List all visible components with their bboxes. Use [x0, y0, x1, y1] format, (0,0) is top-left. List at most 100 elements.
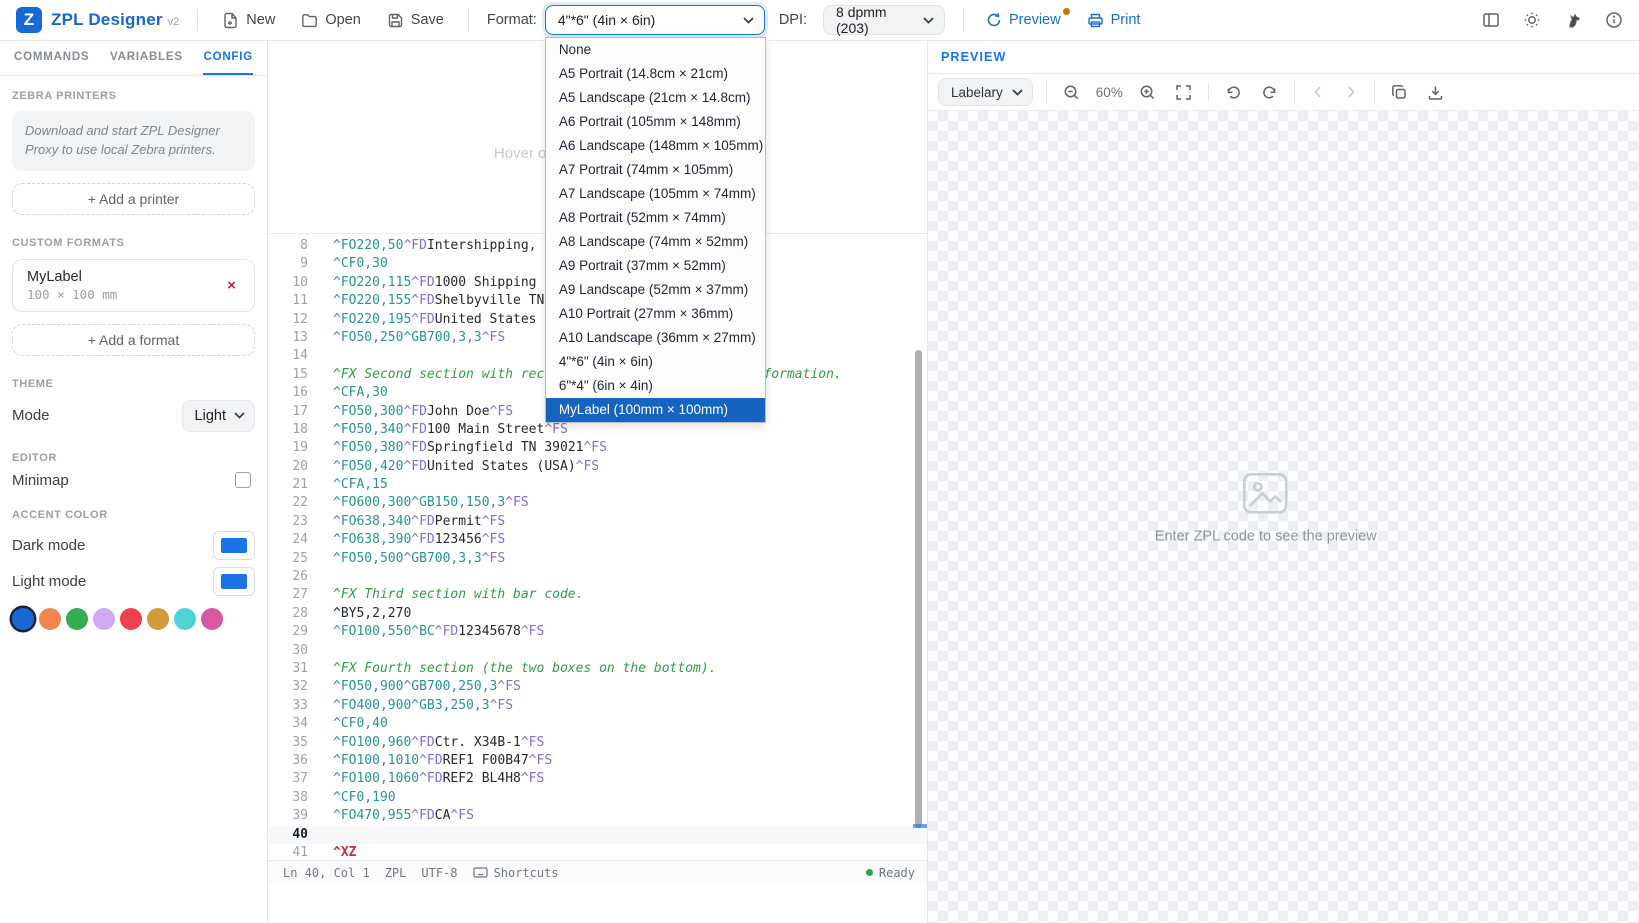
- code-line[interactable]: 34^CF0,40: [268, 715, 927, 733]
- dpi-select[interactable]: 8 dpmm (203): [823, 5, 945, 35]
- code-line[interactable]: 38^CF0,190: [268, 789, 927, 807]
- about-button[interactable]: [1605, 11, 1623, 29]
- format-menu-item[interactable]: None: [546, 38, 765, 62]
- accent-color-swatch[interactable]: [12, 608, 34, 630]
- format-menu-item[interactable]: A9 Landscape (52mm × 37mm): [546, 278, 765, 302]
- format-menu-item[interactable]: A5 Portrait (14.8cm × 21cm): [546, 62, 765, 86]
- code-line[interactable]: 28^BY5,2,270: [268, 605, 927, 623]
- line-number: 30: [268, 642, 308, 660]
- accent-color-swatch[interactable]: [93, 608, 115, 630]
- code-line[interactable]: 19^FO50,380^FDSpringfield TN 39021^FS: [268, 439, 927, 457]
- toggle-panel-button[interactable]: [1482, 11, 1500, 29]
- format-menu-item[interactable]: MyLabel (100mm × 100mm): [546, 398, 765, 422]
- format-menu-item[interactable]: A10 Portrait (27mm × 36mm): [546, 302, 765, 326]
- accent-color-swatch[interactable]: [174, 608, 196, 630]
- previous-label-button[interactable]: [1308, 82, 1328, 102]
- save-button[interactable]: Save: [381, 7, 450, 34]
- accent-color-swatch[interactable]: [147, 608, 169, 630]
- zoom-out-button[interactable]: [1060, 81, 1083, 104]
- accent-color-swatch[interactable]: [120, 608, 142, 630]
- line-number: 10: [268, 274, 308, 292]
- custom-format-name: MyLabel: [27, 269, 117, 285]
- theme-toggle-button[interactable]: [1523, 11, 1541, 29]
- code-line[interactable]: 33^FO400,900^GB3,250,3^FS: [268, 697, 927, 715]
- format-menu-item[interactable]: A7 Landscape (105mm × 74mm): [546, 182, 765, 206]
- line-content: ^FO50,380^FDSpringfield TN 39021^FS: [333, 439, 607, 457]
- section-title-theme: THEME: [12, 378, 255, 390]
- code-line[interactable]: 23^FO638,340^FDPermit^FS: [268, 513, 927, 531]
- add-format-button[interactable]: + Add a format: [12, 324, 255, 356]
- format-menu-item[interactable]: A6 Landscape (148mm × 105mm): [546, 134, 765, 158]
- code-line[interactable]: 37^FO100,1060^FDREF2 BL4H8^FS: [268, 770, 927, 788]
- format-menu-item[interactable]: A6 Portrait (105mm × 148mm): [546, 110, 765, 134]
- print-button-label: Print: [1111, 12, 1141, 28]
- mode-select[interactable]: Light: [182, 400, 255, 432]
- format-menu-item[interactable]: A5 Landscape (21cm × 14.8cm): [546, 86, 765, 110]
- code-line[interactable]: 36^FO100,1010^FDREF1 F00B47^FS: [268, 752, 927, 770]
- shortcuts-button[interactable]: Shortcuts: [473, 866, 559, 880]
- zebra-link-button[interactable]: [1564, 11, 1582, 29]
- format-menu-item[interactable]: A10 Landscape (36mm × 27mm): [546, 326, 765, 350]
- sidebar: COMMANDS VARIABLES CONFIG ZEBRA PRINTERS…: [0, 41, 268, 923]
- zoom-in-button[interactable]: [1136, 81, 1159, 104]
- delete-format-button[interactable]: ×: [223, 275, 240, 296]
- format-menu-item[interactable]: A8 Landscape (74mm × 52mm): [546, 230, 765, 254]
- divider: [1046, 82, 1047, 102]
- code-line[interactable]: 32^FO50,900^GB700,250,3^FS: [268, 678, 927, 696]
- line-number: 41: [268, 844, 308, 860]
- accent-color-swatch[interactable]: [201, 608, 223, 630]
- format-menu-item[interactable]: A9 Portrait (37mm × 52mm): [546, 254, 765, 278]
- next-label-button[interactable]: [1341, 82, 1361, 102]
- code-line[interactable]: 21^CFA,15: [268, 476, 927, 494]
- add-printer-button[interactable]: + Add a printer: [12, 183, 255, 215]
- open-button[interactable]: Open: [295, 7, 366, 34]
- redo-button[interactable]: [1258, 81, 1281, 104]
- line-number: 15: [268, 366, 308, 384]
- tab-commands[interactable]: COMMANDS: [14, 41, 89, 75]
- code-line[interactable]: 29^FO100,550^BC^FD12345678^FS: [268, 623, 927, 641]
- format-select[interactable]: 4"*6" (4in × 6in): [545, 5, 765, 35]
- editor-scrollbar-thumb[interactable]: [915, 350, 922, 828]
- code-line[interactable]: 25^FO50,500^GB700,3,3^FS: [268, 550, 927, 568]
- theme-mode-row: Mode Light: [12, 400, 255, 432]
- format-menu-item[interactable]: A8 Portrait (52mm × 74mm): [546, 206, 765, 230]
- preview-title: PREVIEW: [941, 50, 1006, 64]
- code-line[interactable]: 30: [268, 642, 927, 660]
- format-menu-item[interactable]: 6"*4" (6in × 4in): [546, 374, 765, 398]
- tab-variables[interactable]: VARIABLES: [110, 41, 183, 75]
- accent-color-swatch[interactable]: [39, 608, 61, 630]
- copy-button[interactable]: [1388, 81, 1411, 104]
- code-line[interactable]: 24^FO638,390^FD123456^FS: [268, 531, 927, 549]
- new-button[interactable]: New: [216, 7, 281, 34]
- encoding-indicator[interactable]: UTF-8: [421, 866, 457, 880]
- code-line[interactable]: 40: [268, 826, 927, 844]
- minimap-checkbox[interactable]: [235, 472, 251, 488]
- fullscreen-button[interactable]: [1172, 81, 1195, 104]
- code-line[interactable]: 22^FO600,300^GB150,150,3^FS: [268, 494, 927, 512]
- format-menu-item[interactable]: 4"*6" (4in × 6in): [546, 350, 765, 374]
- download-button[interactable]: [1424, 81, 1447, 104]
- accent-color-swatch[interactable]: [66, 608, 88, 630]
- dark-mode-accent-button[interactable]: [213, 531, 255, 560]
- tab-config[interactable]: CONFIG: [203, 41, 253, 75]
- zoom-level: 60%: [1096, 85, 1123, 100]
- code-line[interactable]: 27^FX Third section with bar code.: [268, 586, 927, 604]
- light-mode-accent-button[interactable]: [213, 567, 255, 596]
- undo-button[interactable]: [1222, 81, 1245, 104]
- code-line[interactable]: 35^FO100,960^FDCtr. X34B-1^FS: [268, 734, 927, 752]
- code-line[interactable]: 20^FO50,420^FDUnited States (USA)^FS: [268, 458, 927, 476]
- code-line[interactable]: 26: [268, 568, 927, 586]
- line-number: 32: [268, 678, 308, 696]
- status-dot: [866, 869, 873, 876]
- format-menu-item[interactable]: A7 Portrait (74mm × 105mm): [546, 158, 765, 182]
- engine-select[interactable]: Labelary: [938, 78, 1033, 106]
- code-line[interactable]: 39^FO470,955^FDCA^FS: [268, 807, 927, 825]
- code-line[interactable]: 31^FX Fourth section (the two boxes on t…: [268, 660, 927, 678]
- custom-format-card[interactable]: MyLabel 100 × 100 mm ×: [12, 259, 255, 312]
- code-line[interactable]: 41^XZ: [268, 844, 927, 860]
- preview-button[interactable]: Preview: [982, 7, 1065, 33]
- format-label: Format:: [487, 12, 537, 28]
- code-line[interactable]: 18^FO50,340^FD100 Main Street^FS: [268, 421, 927, 439]
- language-indicator[interactable]: ZPL: [385, 866, 407, 880]
- print-button[interactable]: Print: [1083, 7, 1145, 34]
